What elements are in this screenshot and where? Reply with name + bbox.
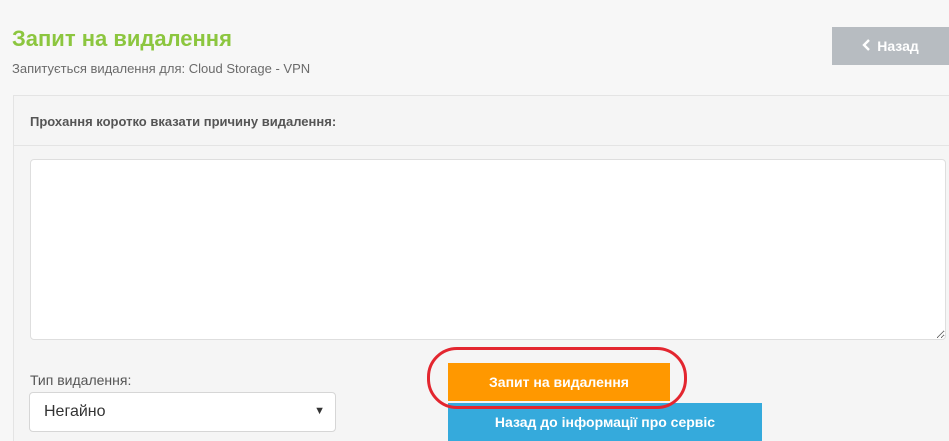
back-to-service-button[interactable]: Назад до інформації про сервіс bbox=[448, 403, 762, 441]
cancellation-type-select[interactable]: Негайно ▼ bbox=[29, 392, 336, 432]
request-cancellation-button[interactable]: Запит на видалення bbox=[448, 363, 670, 401]
panel-header: Прохання коротко вказати причину видален… bbox=[14, 96, 949, 146]
back-button-label: Назад bbox=[877, 38, 919, 54]
chevron-left-icon bbox=[862, 38, 871, 54]
back-button[interactable]: Назад bbox=[832, 27, 949, 65]
reason-label: Прохання коротко вказати причину видален… bbox=[30, 114, 337, 129]
caret-down-icon: ▼ bbox=[314, 405, 325, 417]
page-title: Запит на видалення bbox=[12, 26, 232, 51]
reason-textarea[interactable] bbox=[30, 159, 946, 340]
page-subtitle: Запитується видалення для: Cloud Storage… bbox=[12, 61, 311, 76]
cancellation-request-page: Запит на видалення Запитується видалення… bbox=[0, 0, 949, 441]
cancellation-type-label: Тип видалення: bbox=[30, 372, 132, 388]
cancellation-type-value: Негайно bbox=[44, 403, 106, 420]
